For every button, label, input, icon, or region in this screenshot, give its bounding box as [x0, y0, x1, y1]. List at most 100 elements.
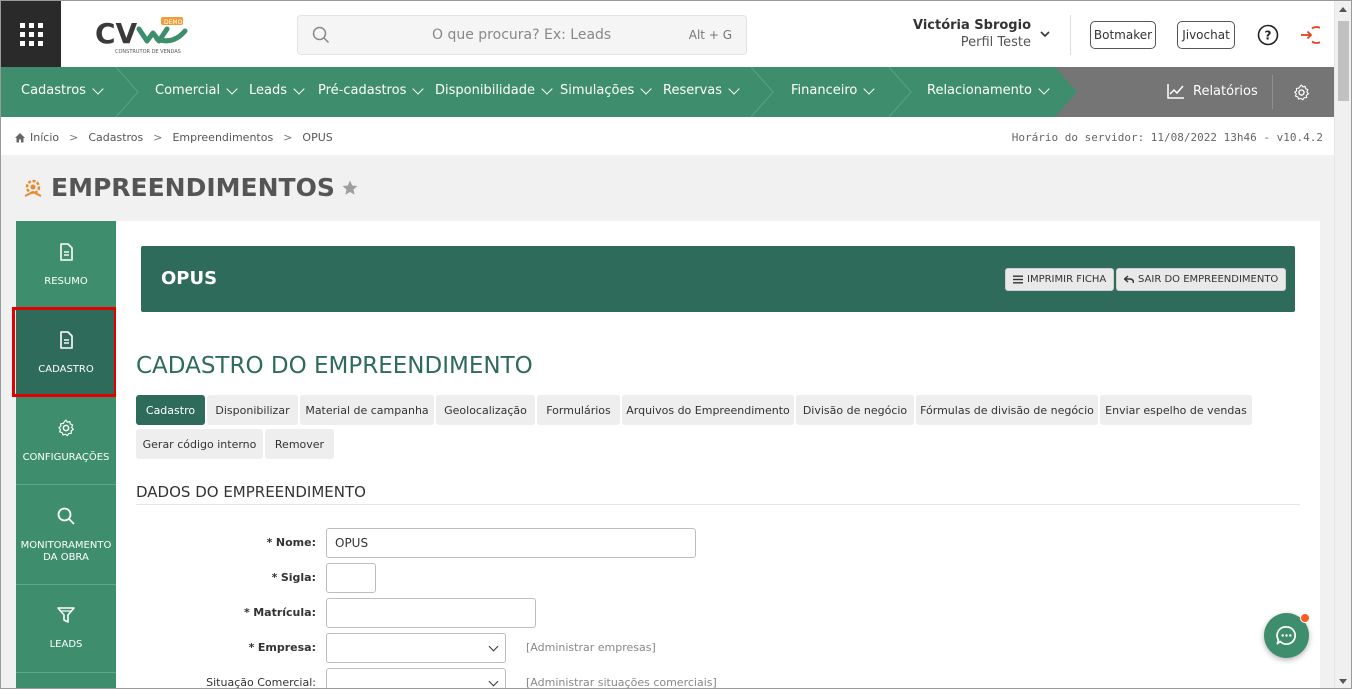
breadcrumb-separator: > — [153, 131, 163, 144]
gear-icon[interactable] — [1292, 83, 1311, 102]
chevron-down-icon — [488, 676, 499, 687]
breadcrumb-bar: Início > Cadastros > Empreendimentos > O… — [1, 117, 1335, 155]
chevron-down-icon — [488, 641, 499, 652]
sigla-label: * Sigla: — [271, 571, 316, 584]
sidebar-item-resumo[interactable]: RESUMO — [16, 221, 116, 309]
chevron-down-icon — [863, 82, 876, 95]
logout-icon[interactable] — [1298, 24, 1320, 46]
nav-financeiro[interactable]: Financeiro — [791, 82, 876, 98]
empresa-select[interactable] — [326, 633, 506, 663]
nav-comercial[interactable]: Comercial — [155, 82, 238, 98]
breadcrumb: Início > Cadastros > Empreendimentos > O… — [14, 131, 333, 144]
tab-disponibilizar[interactable]: Disponibilizar — [207, 395, 298, 425]
sidebar-item-monitoramento[interactable]: MONITORAMENTO DA OBRA — [16, 485, 116, 585]
notification-dot — [1300, 613, 1310, 623]
tab-arquivos[interactable]: Arquivos do Empreendimento — [622, 395, 794, 425]
scrollbar-thumb[interactable] — [1338, 21, 1349, 101]
svg-text:CV: CV — [95, 17, 138, 50]
page-title: EMPREENDIMENTOS — [21, 173, 359, 202]
scroll-down-arrow-icon[interactable] — [1339, 679, 1347, 684]
tab-remover[interactable]: Remover — [265, 429, 334, 459]
chevron-down-icon — [728, 82, 740, 95]
page-title-text: EMPREENDIMENTOS — [51, 173, 335, 202]
breadcrumb-opus: OPUS — [302, 131, 333, 144]
help-icon[interactable]: ? — [1257, 24, 1279, 46]
tab-formulas-divisao[interactable]: Fórmulas de divisão de negócio — [916, 395, 1098, 425]
divider — [136, 504, 1300, 505]
exit-project-button[interactable]: SAIR DO EMPREENDIMENTO — [1116, 268, 1287, 291]
botmaker-button[interactable]: Botmaker — [1090, 21, 1156, 49]
reply-icon — [1124, 275, 1134, 284]
sidebar-item-label: RESUMO — [44, 276, 88, 287]
main-nav: Cadastros Comercial Leads Pré-cadastros … — [1, 67, 1335, 117]
form-section-title: DADOS DO EMPREENDIMENTO — [136, 483, 366, 501]
tab-gerar-codigo[interactable]: Gerar código interno — [136, 429, 263, 459]
highlight-box — [12, 307, 117, 397]
apps-menu-button[interactable] — [1, 1, 61, 67]
scroll-up-arrow-icon[interactable] — [1339, 7, 1347, 12]
search-shortcut: Alt + G — [688, 28, 732, 42]
gear-icon — [58, 419, 74, 437]
print-button[interactable]: IMPRIMIR FICHA — [1005, 268, 1115, 291]
grid-icon — [19, 22, 43, 46]
breadcrumb-inicio[interactable]: Início — [30, 131, 59, 144]
administrar-empresas-link[interactable]: [Administrar empresas] — [526, 641, 656, 654]
sidebar-item-label: CONFIGURAÇÕES — [22, 452, 110, 463]
situacao-select[interactable] — [326, 668, 506, 688]
svg-text:?: ? — [1265, 29, 1272, 43]
chat-button[interactable] — [1264, 613, 1310, 658]
sidebar-item-leads[interactable]: LEADS — [16, 585, 116, 673]
nav-leads[interactable]: Leads — [249, 82, 305, 98]
header-divider — [1070, 15, 1071, 55]
sigla-field[interactable] — [326, 563, 376, 593]
chevron-down-icon — [92, 82, 104, 95]
app-window: CV DEMO CONSTRUTOR DE VENDAS O que procu… — [0, 0, 1352, 689]
nome-label: * Nome: — [266, 536, 316, 549]
nav-cadastros[interactable]: Cadastros — [21, 82, 104, 98]
search-placeholder: O que procura? Ex: Leads — [432, 27, 612, 43]
tab-divisao-negocio[interactable]: Divisão de negócio — [796, 395, 914, 425]
nome-field[interactable]: OPUS — [326, 528, 696, 558]
chevron-down-icon — [226, 82, 238, 95]
nav-disponibilidade[interactable]: Disponibilidade — [435, 82, 553, 98]
scrollbar[interactable] — [1334, 1, 1351, 688]
svg-text:DEMO: DEMO — [164, 19, 183, 26]
jivochat-button[interactable]: Jivochat — [1177, 21, 1235, 49]
tab-material-campanha[interactable]: Material de campanha — [300, 395, 434, 425]
matricula-label: * Matrícula: — [243, 606, 316, 619]
sidebar-item-label: MONITORAMENTO DA OBRA — [20, 540, 112, 563]
breadcrumb-cadastros[interactable]: Cadastros — [88, 131, 143, 144]
nav-reservas[interactable]: Reservas — [663, 82, 740, 98]
star-icon[interactable] — [341, 179, 359, 197]
logo[interactable]: CV DEMO CONSTRUTOR DE VENDAS — [95, 15, 195, 57]
building-gear-icon — [24, 179, 42, 197]
sidebar-item-configuracoes[interactable]: CONFIGURAÇÕES — [16, 397, 116, 485]
list-icon — [1013, 275, 1023, 284]
tab-geolocalizacao[interactable]: Geolocalização — [436, 395, 535, 425]
tab-enviar-espelho[interactable]: Enviar espelho de vendas — [1100, 395, 1252, 425]
nav-divider — [1272, 75, 1273, 109]
matricula-field[interactable] — [326, 598, 536, 628]
chevron-down-icon — [412, 82, 425, 95]
section-title: CADASTRO DO EMPREENDIMENTO — [136, 353, 533, 379]
nav-pre-cadastros[interactable]: Pré-cadastros — [318, 82, 425, 98]
nav-relacionamento[interactable]: Relacionamento — [927, 82, 1050, 98]
nav-simulacoes[interactable]: Simulações — [560, 82, 652, 98]
search-icon — [57, 507, 75, 525]
chat-bubble-icon — [1276, 626, 1296, 645]
empresa-label: * Empresa: — [248, 641, 316, 654]
nav-relatorios[interactable]: Relatórios — [1167, 83, 1258, 99]
user-profile: Perfil Teste — [960, 35, 1031, 50]
top-header: CV DEMO CONSTRUTOR DE VENDAS O que procu… — [1, 1, 1335, 67]
tab-formularios[interactable]: Formulários — [537, 395, 620, 425]
project-name: OPUS — [161, 268, 218, 289]
search-icon — [312, 26, 330, 44]
tab-cadastro[interactable]: Cadastro — [136, 395, 205, 425]
breadcrumb-empreendimentos[interactable]: Empreendimentos — [172, 131, 273, 144]
chevron-down-icon — [640, 82, 652, 95]
chevron-down-icon — [541, 82, 553, 95]
project-banner: OPUS IMPRIMIR FICHA SAIR DO EMPREENDIMEN… — [141, 246, 1295, 312]
chevron-down-icon — [293, 82, 305, 95]
administrar-situacoes-link[interactable]: [Administrar situações comerciais] — [526, 676, 717, 688]
search-box[interactable]: O que procura? Ex: Leads Alt + G — [297, 15, 747, 55]
